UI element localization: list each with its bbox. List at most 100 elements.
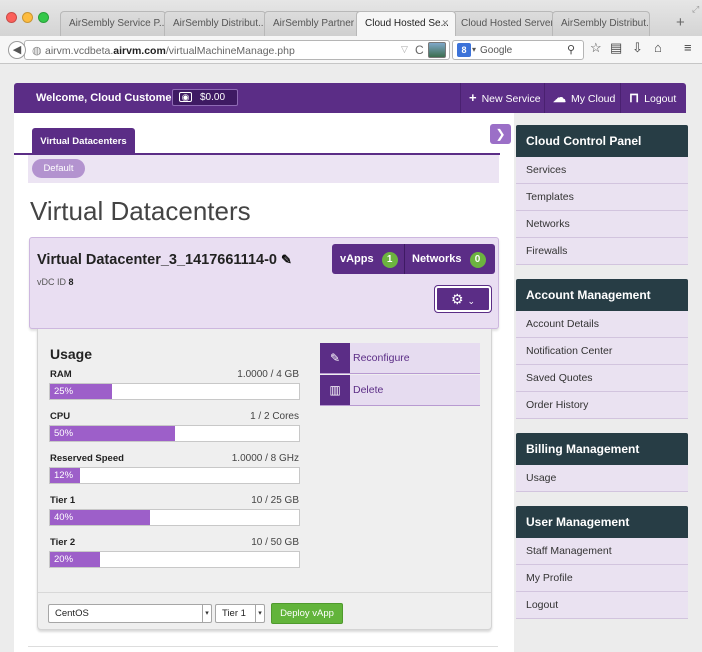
- new-tab-button[interactable]: +: [676, 14, 685, 31]
- tab-virtual-datacenters[interactable]: Virtual Datacenters: [32, 128, 135, 155]
- window-minimize-button[interactable]: [22, 12, 33, 23]
- tab-label: AirSembly Distribut...: [561, 18, 650, 29]
- cloud-icon: ☁: [553, 90, 566, 105]
- search-placeholder: Google: [480, 45, 513, 56]
- search-engine-icon[interactable]: 8: [457, 43, 471, 57]
- networks-count-button[interactable]: Networks 0: [412, 244, 486, 274]
- tier-select[interactable]: Tier 1 ▾: [215, 604, 265, 623]
- new-service-button[interactable]: + New Service: [460, 83, 552, 113]
- window-close-button[interactable]: [6, 12, 17, 23]
- sidebar-item-usage[interactable]: Usage: [516, 465, 688, 492]
- usage-panel: Usage RAM 1.0000 / 4 GB 25% CPU 1 / 2 Co…: [37, 329, 492, 630]
- menu-icon[interactable]: ≡: [684, 40, 692, 55]
- pencil-icon[interactable]: ✎: [281, 252, 292, 267]
- usage-title: Usage: [50, 346, 93, 362]
- url-dropdown-icon[interactable]: ▽: [401, 44, 408, 55]
- sidebar-item-account-details[interactable]: Account Details: [516, 311, 688, 338]
- tab-label: Cloud Hosted Se...: [365, 18, 449, 29]
- usage-bar-text: 50%: [54, 428, 74, 439]
- sidebar-item-services[interactable]: Services: [516, 157, 688, 184]
- chevron-down-icon[interactable]: ▾: [472, 45, 476, 54]
- globe-icon: ◍: [32, 45, 42, 57]
- download-icon[interactable]: ⇩: [632, 40, 643, 56]
- bookmarks-icon[interactable]: ▤: [610, 40, 622, 56]
- close-icon[interactable]: ✕: [441, 18, 449, 29]
- chevron-down-icon: ▾: [202, 605, 211, 622]
- default-filter-pill[interactable]: Default: [32, 159, 85, 178]
- tab-label: AirSembly Partner P...: [273, 18, 362, 29]
- usage-bar-speed: 12%: [49, 467, 300, 484]
- browser-tab[interactable]: AirSembly Partner P...: [264, 11, 362, 36]
- divider: [404, 244, 405, 274]
- resource-value: 10 / 25 GB: [251, 495, 299, 506]
- welcome-text: Welcome, Cloud Customer: [36, 92, 176, 104]
- url-prefix: airvm.vcdbeta.: [45, 45, 114, 57]
- usage-bar-tier1: 40%: [49, 509, 300, 526]
- reconfigure-button[interactable]: ✎ Reconfigure: [320, 343, 480, 374]
- divider: [28, 646, 498, 647]
- filter-bar: [28, 155, 499, 183]
- sidebar-item-notification-center[interactable]: Notification Center: [516, 338, 688, 365]
- sidebar-item-templates[interactable]: Templates: [516, 184, 688, 211]
- action-label: Delete: [353, 384, 384, 396]
- delete-button[interactable]: ▥ Delete: [320, 375, 480, 406]
- balance-badge[interactable]: ◉ $0.00: [172, 89, 238, 106]
- deploy-vapp-button[interactable]: Deploy vApp: [271, 603, 343, 624]
- vdc-card: Virtual Datacenter_3_1417661114-0 ✎ vDC I…: [29, 237, 499, 329]
- search-input[interactable]: 8 ▾ Google ⚲: [452, 40, 584, 60]
- window-maximize-button[interactable]: [38, 12, 49, 23]
- networks-label: Networks: [412, 253, 462, 265]
- url-bar[interactable]: ◍ airvm.vcdbeta.airvm.com/virtualMachine…: [24, 40, 450, 60]
- usage-bar-text: 12%: [54, 470, 74, 481]
- gear-icon: ⚙: [450, 291, 464, 307]
- sidebar-item-saved-quotes[interactable]: Saved Quotes: [516, 365, 688, 392]
- settings-dropdown-button[interactable]: ⚙ ⌄: [434, 285, 492, 313]
- nav-label: My Cloud: [571, 93, 616, 105]
- sidebar-item-firewalls[interactable]: Firewalls: [516, 238, 688, 265]
- vdc-name: Virtual Datacenter_3_1417661114-0 ✎: [37, 252, 292, 268]
- resource-label: Tier 1: [50, 495, 76, 506]
- user-management-panel: User Management Staff Management My Prof…: [516, 506, 688, 619]
- sidebar-item-order-history[interactable]: Order History: [516, 392, 688, 419]
- usage-bar-text: 40%: [54, 512, 74, 523]
- resize-icon[interactable]: ⤢: [692, 4, 699, 15]
- my-cloud-button[interactable]: ☁ My Cloud: [544, 83, 620, 113]
- vapps-count-button[interactable]: vApps 1: [340, 244, 398, 274]
- browser-tab[interactable]: AirSembly Distribut...: [164, 11, 266, 36]
- collapse-sidebar-button[interactable]: ❯: [490, 124, 511, 144]
- browser-tab-active[interactable]: Cloud Hosted Se... ✕: [356, 11, 456, 36]
- panel-title: Account Management: [516, 279, 688, 311]
- tab-strip: Virtual Datacenters: [14, 125, 500, 155]
- tab-label: AirSembly Service P...: [69, 18, 166, 29]
- plus-icon: +: [469, 90, 477, 105]
- back-button[interactable]: ◀: [8, 41, 26, 59]
- resource-value: 1 / 2 Cores: [250, 411, 299, 422]
- vapps-badge: 1: [381, 252, 398, 268]
- resource-label: Tier 2: [50, 537, 76, 548]
- action-label: Reconfigure: [353, 352, 410, 364]
- usage-bar-ram: 25%: [49, 383, 300, 400]
- vdc-name-text: Virtual Datacenter_3_1417661114-0: [37, 252, 277, 268]
- browser-tab[interactable]: AirSembly Service P...: [60, 11, 166, 36]
- sidebar-item-networks[interactable]: Networks: [516, 211, 688, 238]
- resource-label: Reserved Speed: [50, 453, 124, 464]
- nav-label: Logout: [644, 93, 677, 105]
- os-select[interactable]: CentOS ▾: [48, 604, 212, 623]
- deploy-row: CentOS ▾ Tier 1 ▾ Deploy vApp: [38, 592, 491, 629]
- panel-title: Billing Management: [516, 433, 688, 465]
- browser-tab[interactable]: AirSembly Distribut...: [552, 11, 650, 36]
- sidebar-item-my-profile[interactable]: My Profile: [516, 565, 688, 592]
- usage-bar-text: 25%: [54, 386, 74, 397]
- panel-title: Cloud Control Panel: [516, 125, 688, 157]
- browser-tab[interactable]: Cloud Hosted Servers: [452, 11, 554, 36]
- search-icon[interactable]: ⚲: [567, 43, 575, 56]
- cloud-control-panel: Cloud Control Panel Services Templates N…: [516, 125, 688, 265]
- home-icon[interactable]: ⌂: [654, 40, 662, 55]
- logout-button[interactable]: ⊓ Logout: [620, 83, 686, 113]
- sidebar-item-logout[interactable]: Logout: [516, 592, 688, 619]
- star-icon[interactable]: ☆: [590, 40, 602, 56]
- image-icon[interactable]: [428, 42, 446, 58]
- sidebar-item-staff-management[interactable]: Staff Management: [516, 538, 688, 565]
- reload-icon[interactable]: C: [415, 43, 424, 57]
- vdc-id: vDC ID 8: [37, 277, 74, 287]
